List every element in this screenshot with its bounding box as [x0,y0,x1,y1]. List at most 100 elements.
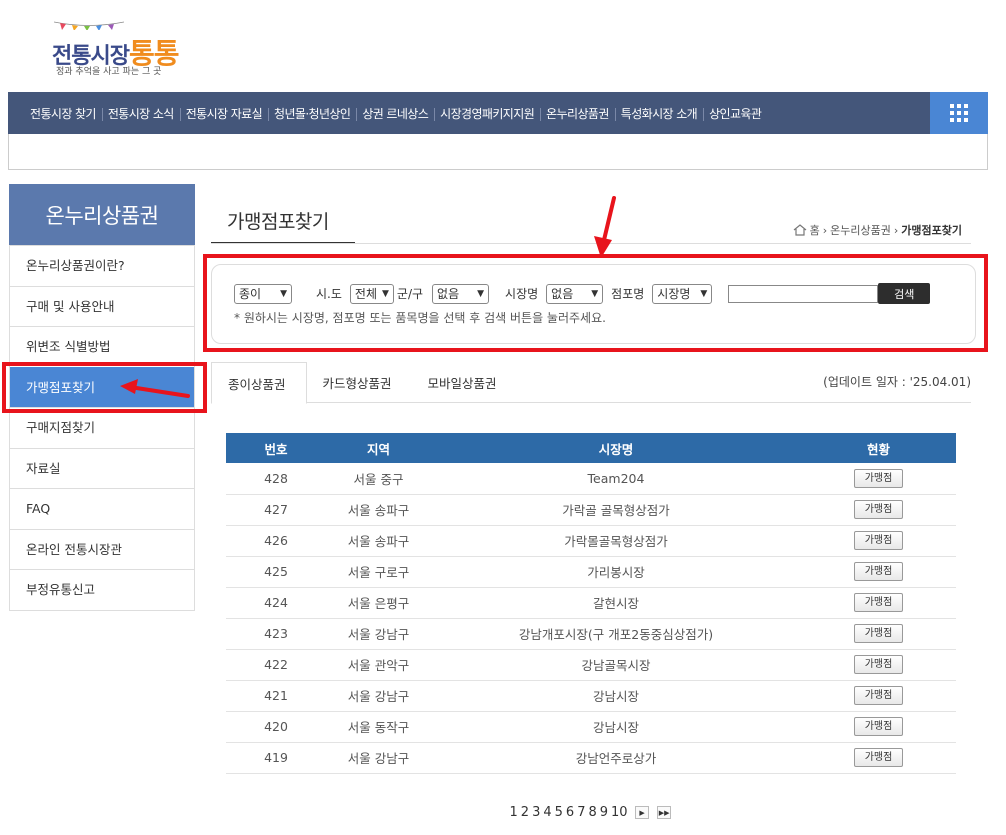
affiliate-button[interactable]: 가맹점 [854,531,903,550]
pagination: 1 2 3 4 5 6 7 8 9 10 ▶ ▶▶ [508,805,672,820]
annotation-arrow-icon [594,196,616,258]
col-header-number: 번호 [226,433,326,463]
site-logo[interactable]: 전통시장통통 정과 추억을 사고 파는 그 곳 [52,18,182,80]
nav-item-market-search[interactable]: 전통시장 찾기 [24,105,102,122]
sidebar-item-faq[interactable]: FAQ [10,488,194,529]
page-link[interactable]: 6 [564,805,575,820]
nav-item-merchant-education[interactable]: 상인교육관 [703,105,767,122]
cell-market[interactable]: 갈현시장 [431,587,801,619]
page-link[interactable]: 8 [587,805,598,820]
nav-item-onnuri[interactable]: 온누리상품권 [540,105,615,122]
affiliate-button[interactable]: 가맹점 [854,748,903,767]
cell-market[interactable]: 강남시장 [431,680,801,712]
cell-status: 가맹점 [801,742,956,774]
bunting-flags-icon [54,21,124,30]
page-link[interactable]: 7 [576,805,587,820]
page-link[interactable]: 4 [542,805,553,820]
cell-number: 424 [226,587,326,619]
page-link[interactable]: 1 [508,805,519,820]
fast-forward-icon[interactable]: ▶▶ [657,806,672,819]
nav-item-youth-mall[interactable]: 청년몰·청년상인 [268,105,356,122]
tab-mobile-voucher[interactable]: 모바일상품권 [412,362,517,403]
affiliate-button[interactable]: 가맹점 [854,717,903,736]
table-header-row: 번호 지역 시장명 현황 [226,433,956,463]
table-row: 422 서울 관악구 강남골목시장 가맹점 [226,649,956,681]
cell-number: 427 [226,494,326,526]
cell-region: 서울 구로구 [326,556,431,588]
page-link[interactable]: 3 [531,805,542,820]
cell-market[interactable]: 강남언주로상가 [431,742,801,774]
update-date: (업데이트 일자 : '25.04.01) [823,375,971,389]
cell-region: 서울 강남구 [326,618,431,650]
store-table: 번호 지역 시장명 현황 428 서울 중구 Team204 가맹점 427 서울 송파… [226,433,956,774]
nav-item-market-news[interactable]: 전통시장 소식 [101,105,180,122]
main-navigation: 전통시장 찾기 전통시장 소식 전통시장 자료실 청년몰·청년상인 상권 르네상… [8,92,988,134]
affiliate-button[interactable]: 가맹점 [854,562,903,581]
cell-market[interactable]: 강남시장 [431,711,801,743]
nav-item-special-market[interactable]: 특성화시장 소개 [614,105,703,122]
table-row: 424 서울 은평구 갈현시장 가맹점 [226,587,956,619]
affiliate-button[interactable]: 가맹점 [854,624,903,643]
play-next-icon[interactable]: ▶ [635,806,650,819]
chevron-right-icon: › [822,223,828,237]
page-link[interactable]: 10 [610,805,630,820]
nav-item-market-archive[interactable]: 전통시장 자료실 [179,105,268,122]
sidebar-item-report[interactable]: 부정유통신고 [10,569,194,610]
cell-status: 가맹점 [801,649,956,681]
breadcrumb-home[interactable]: 홈 [810,222,820,238]
table-row: 427 서울 송파구 가락골 골목형상점가 가맹점 [226,494,956,526]
cell-market[interactable]: 가락몰골목형상점가 [431,525,801,557]
cell-status: 가맹점 [801,525,956,557]
sidebar-item-about[interactable]: 온누리상품권이란? [10,245,194,286]
affiliate-button[interactable]: 가맹점 [854,500,903,519]
table-row: 425 서울 구로구 가리봉시장 가맹점 [226,556,956,588]
cell-status: 가맹점 [801,587,956,619]
affiliate-button[interactable]: 가맹점 [854,655,903,674]
breadcrumb-current: 가맹점포찾기 [901,224,962,237]
breadcrumb-section[interactable]: 온누리상품권 [830,222,891,238]
affiliate-button[interactable]: 가맹점 [854,468,903,488]
annotation-arrow-icon [120,379,190,398]
page-title: 가맹점포찾기 [211,207,355,244]
cell-market[interactable]: Team204 [431,463,801,495]
cell-market[interactable]: 가락골 골목형상점가 [431,494,801,526]
page-link[interactable]: 2 [519,805,530,820]
cell-number: 420 [226,711,326,743]
tab-card-voucher[interactable]: 카드형상품권 [307,362,412,403]
cell-number: 422 [226,649,326,681]
sidebar-item-counterfeit[interactable]: 위변조 식별방법 [10,326,194,367]
table-row: 426 서울 송파구 가락몰골목형상점가 가맹점 [226,525,956,557]
tab-paper-voucher[interactable]: 종이상품권 [211,362,307,404]
cell-market[interactable]: 강남개포시장(구 개포2동중심상점가) [431,618,801,650]
cell-market[interactable]: 강남골목시장 [431,649,801,681]
chevron-right-icon: › [893,223,899,237]
page-link[interactable]: 9 [598,805,609,820]
logo-tagline: 정과 추억을 사고 파는 그 곳 [56,67,162,77]
cell-status: 가맹점 [801,618,956,650]
nav-item-renaissance[interactable]: 상권 르네상스 [356,105,434,122]
cell-status: 가맹점 [801,556,956,588]
home-icon[interactable] [793,224,807,236]
cell-number: 428 [226,463,326,495]
submenu-bar [8,134,988,170]
page-link[interactable]: 5 [553,805,564,820]
col-header-market: 시장명 [431,433,801,463]
cell-region: 서울 은평구 [326,587,431,619]
sidebar-item-purchase-guide[interactable]: 구매 및 사용안내 [10,285,194,327]
table-row: 423 서울 강남구 강남개포시장(구 개포2동중심상점가) 가맹점 [226,618,956,650]
table-row: 421 서울 강남구 강남시장 가맹점 [226,680,956,712]
cell-market[interactable]: 가리봉시장 [431,556,801,588]
cell-region: 서울 관악구 [326,649,431,681]
nav-item-package-support[interactable]: 시장경영패키지지원 [434,105,540,122]
cell-number: 419 [226,742,326,774]
sidebar-item-branch-search[interactable]: 구매지점찾기 [10,407,194,448]
all-menu-button[interactable] [930,92,988,134]
sidebar-item-archive[interactable]: 자료실 [10,447,194,489]
col-header-region: 지역 [326,433,431,463]
table-row: 420 서울 동작구 강남시장 가맹점 [226,711,956,743]
affiliate-button[interactable]: 가맹점 [854,686,903,705]
cell-status: 가맹점 [801,711,956,743]
table-row: 428 서울 중구 Team204 가맹점 [226,463,956,495]
affiliate-button[interactable]: 가맹점 [854,593,903,612]
sidebar-item-online-market[interactable]: 온라인 전통시장관 [10,528,194,570]
